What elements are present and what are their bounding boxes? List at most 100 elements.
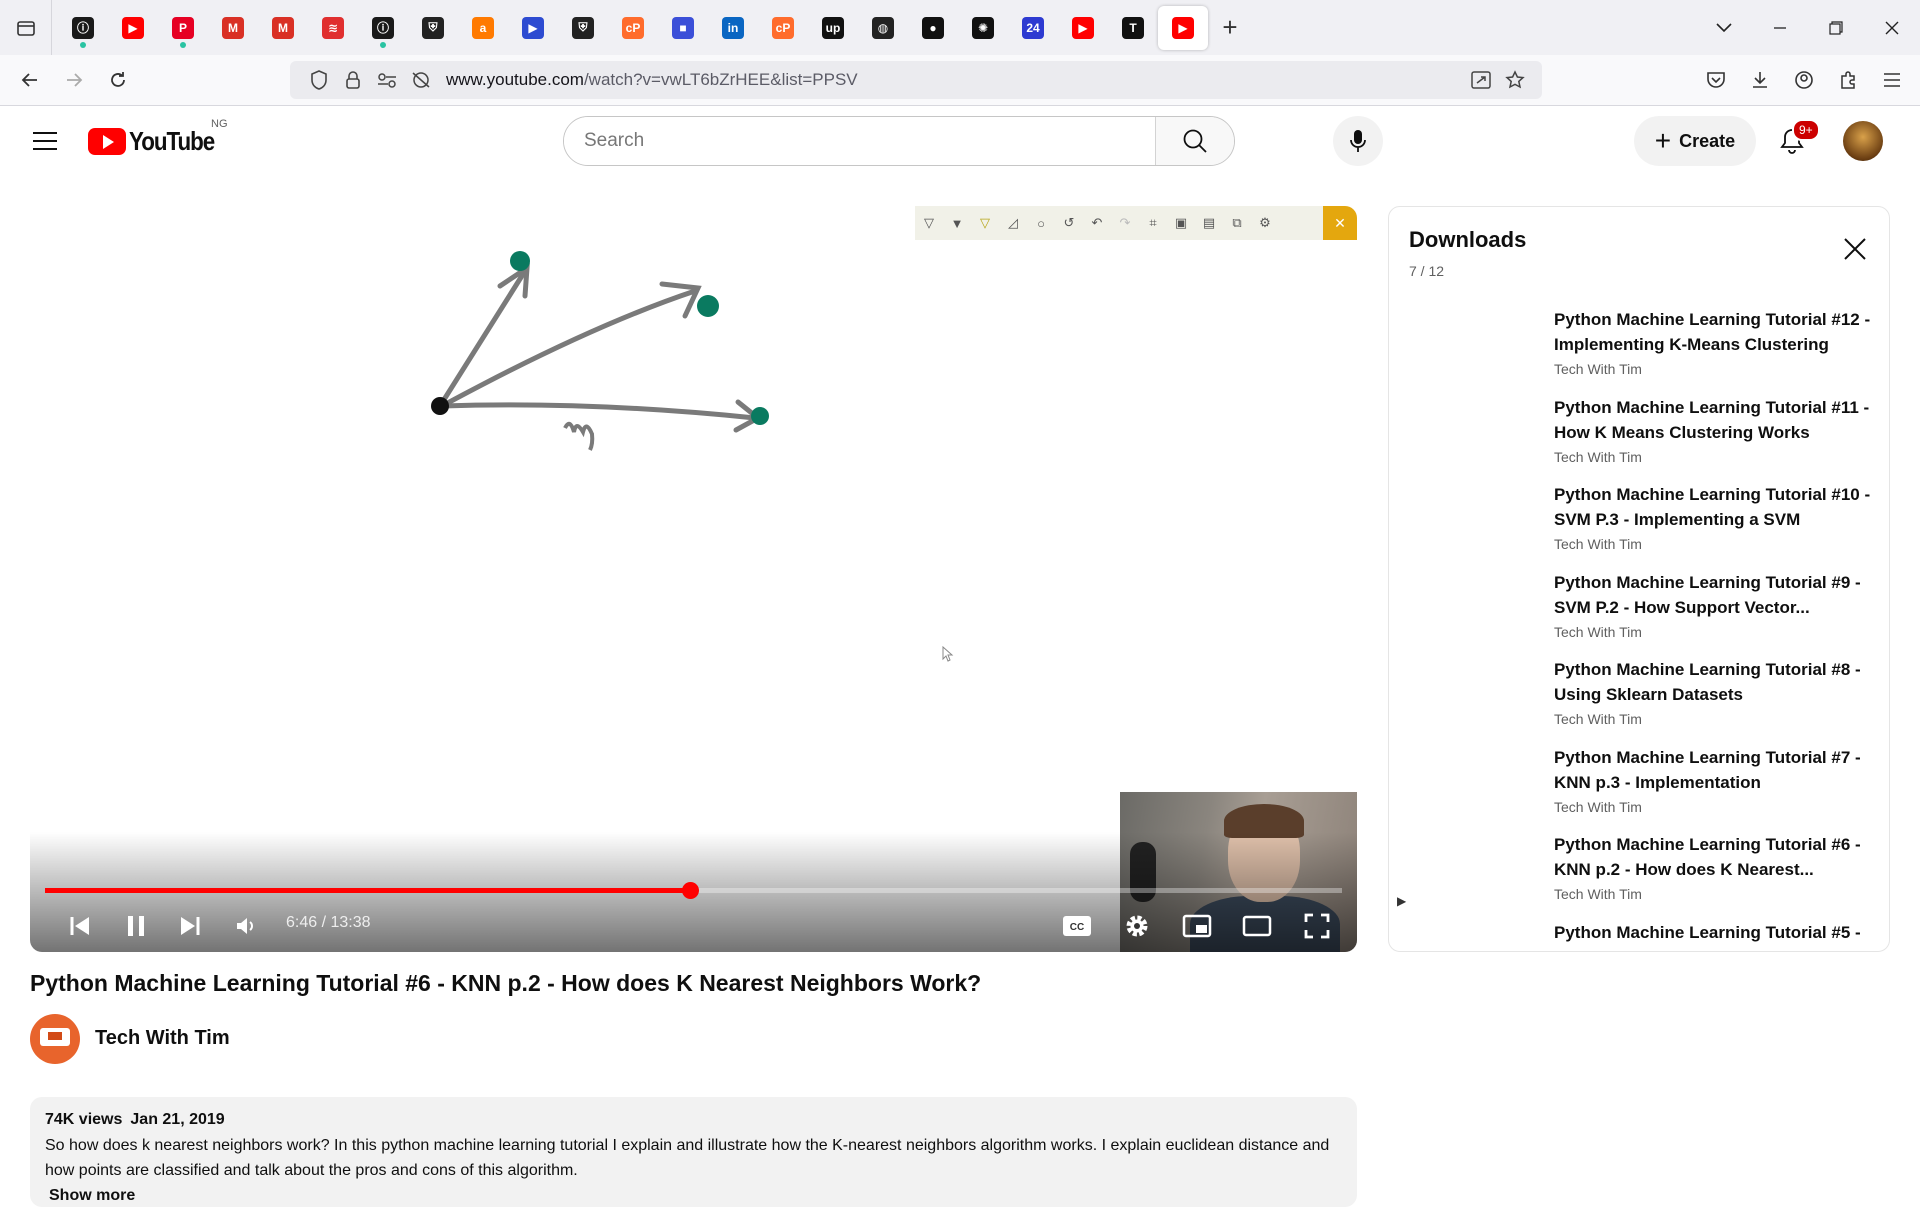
browser-tab[interactable]: ⓘ xyxy=(358,6,408,50)
address-bar[interactable]: www.youtube.com/watch?v=vwLT6bZrHEE&list… xyxy=(290,61,1542,99)
playlist-item[interactable]: Python Machine Learning Tutorial #11 - H… xyxy=(1389,395,1889,483)
playlist-item-thumbnail[interactable] xyxy=(1419,311,1529,373)
subtitles-button[interactable]: CC xyxy=(1055,906,1099,946)
playlist-item-thumbnail[interactable] xyxy=(1419,398,1529,461)
youtube-logo[interactable]: YouTube NG xyxy=(88,118,228,157)
downloads-button[interactable] xyxy=(1738,61,1782,99)
browser-tab[interactable]: cP xyxy=(758,6,808,50)
lock-icon[interactable] xyxy=(336,63,370,97)
fullscreen-button[interactable] xyxy=(1295,906,1339,946)
minimize-button[interactable] xyxy=(1752,0,1808,55)
playlist-item-thumbnail[interactable] xyxy=(1419,836,1529,898)
theater-mode-button[interactable] xyxy=(1235,906,1279,946)
browser-tab[interactable]: cP xyxy=(608,6,658,50)
browser-tab[interactable]: M xyxy=(208,6,258,50)
permissions-icon[interactable] xyxy=(370,63,404,97)
tracking-protection-icon[interactable] xyxy=(302,63,336,97)
playlist-item-title[interactable]: Python Machine Learning Tutorial #7 - KN… xyxy=(1554,745,1874,795)
reader-view-button[interactable] xyxy=(1464,63,1498,97)
mute-button[interactable] xyxy=(226,906,266,946)
close-window-button[interactable] xyxy=(1864,0,1920,55)
previous-button[interactable] xyxy=(60,906,100,946)
neighbor-point xyxy=(510,251,530,271)
playlist-item-thumbnail[interactable] xyxy=(1419,486,1529,548)
playlist-item[interactable]: ▶ Python Machine Learning Tutorial #6 - K… xyxy=(1389,832,1889,920)
browser-tab[interactable]: ▶ xyxy=(1058,6,1108,50)
playlist-item[interactable]: Python Machine Learning Tutorial #7 - KN… xyxy=(1389,745,1889,833)
playlist-item[interactable]: Python Machine Learning Tutorial #8 - Us… xyxy=(1389,657,1889,745)
browser-tab[interactable]: ● xyxy=(908,6,958,50)
playlist-item-channel: Tech With Tim xyxy=(1554,711,1642,727)
playlist-item-thumbnail[interactable] xyxy=(1419,661,1529,723)
video-player[interactable]: ▽ ▼ ▽ ◿ ○ ↺ ↶ ↷ ⌗ ▣ ▤ ⧉ ⚙ ✕ 6:46 / 13:38… xyxy=(30,206,1357,952)
playlist-item-thumbnail[interactable] xyxy=(1419,923,1529,951)
playlist-item-title[interactable]: Python Machine Learning Tutorial #11 - H… xyxy=(1554,395,1874,445)
notifications-button[interactable]: 9+ xyxy=(1770,119,1820,163)
svg-text:CC: CC xyxy=(1070,922,1084,933)
description-box[interactable]: 74K views Jan 21, 2019 So how does k near… xyxy=(30,1097,1357,1207)
restore-button[interactable] xyxy=(1808,0,1864,55)
back-button[interactable] xyxy=(8,60,52,100)
reload-button[interactable] xyxy=(96,60,140,100)
browser-tab[interactable]: T xyxy=(1108,6,1158,50)
playlist-item-title[interactable]: Python Machine Learning Tutorial #8 - Us… xyxy=(1554,657,1874,707)
browser-tab[interactable]: ⛨ xyxy=(558,6,608,50)
playlist-item-title[interactable]: Python Machine Learning Tutorial #10 - S… xyxy=(1554,482,1874,532)
browser-tab[interactable]: ▶ xyxy=(508,6,558,50)
browser-tab[interactable]: in xyxy=(708,6,758,50)
url-text[interactable]: www.youtube.com/watch?v=vwLT6bZrHEE&list… xyxy=(446,70,858,90)
close-playlist-button[interactable] xyxy=(1841,235,1869,263)
browser-tab[interactable]: ▶ xyxy=(1158,5,1208,50)
playlist-item-thumbnail[interactable] xyxy=(1419,748,1529,811)
playlist-item[interactable]: Python Machine Learning Tutorial #10 - S… xyxy=(1389,482,1889,570)
search-button[interactable] xyxy=(1155,117,1234,165)
playlist-item-title[interactable]: Python Machine Learning Tutorial #9 - SV… xyxy=(1554,570,1874,620)
playlist-item-thumbnail[interactable] xyxy=(1419,573,1529,636)
guide-menu-button[interactable] xyxy=(26,124,64,158)
playlist-item[interactable]: Python Machine Learning Tutorial #9 - SV… xyxy=(1389,570,1889,658)
browser-tab[interactable]: M xyxy=(258,6,308,50)
browser-tab[interactable]: P xyxy=(158,6,208,50)
search-input[interactable] xyxy=(564,117,1155,165)
browser-tab[interactable]: ■ xyxy=(658,6,708,50)
pause-button[interactable] xyxy=(116,906,156,946)
browser-tab[interactable]: ▶ xyxy=(108,6,158,50)
bookmark-star-button[interactable] xyxy=(1498,63,1532,97)
list-all-tabs-button[interactable] xyxy=(1696,0,1752,55)
playlist-item-channel: Tech With Tim xyxy=(1554,361,1642,377)
playlist-item-title[interactable]: Python Machine Learning Tutorial #5 - KN… xyxy=(1554,920,1874,952)
playlist-item-title[interactable]: Python Machine Learning Tutorial #12 - I… xyxy=(1554,307,1874,357)
new-tab-button[interactable]: + xyxy=(1208,6,1252,50)
browser-tab[interactable]: ⓘ xyxy=(58,6,108,50)
browser-tab[interactable]: ◍ xyxy=(858,6,908,50)
browser-tab[interactable]: ⛨ xyxy=(408,6,458,50)
progress-bar[interactable] xyxy=(45,882,1342,899)
playlist-item[interactable]: Python Machine Learning Tutorial #12 - I… xyxy=(1389,307,1889,395)
playlist-item-title[interactable]: Python Machine Learning Tutorial #6 - KN… xyxy=(1554,832,1874,882)
playlist-title[interactable]: Downloads xyxy=(1409,227,1526,253)
voice-search-button[interactable] xyxy=(1333,116,1383,166)
browser-tab[interactable]: ≋ xyxy=(308,6,358,50)
channel-name[interactable]: Tech With Tim xyxy=(95,1027,230,1050)
miniplayer-button[interactable] xyxy=(1175,906,1219,946)
pocket-button[interactable] xyxy=(1694,61,1738,99)
create-button[interactable]: + Create xyxy=(1634,116,1756,166)
url-actions xyxy=(1464,63,1532,97)
channel-avatar[interactable] xyxy=(30,1014,80,1064)
forward-button[interactable] xyxy=(52,60,96,100)
browser-tab[interactable]: up xyxy=(808,6,858,50)
extensions-button[interactable] xyxy=(1826,61,1870,99)
scrubber-handle[interactable] xyxy=(681,882,699,899)
camera-off-icon[interactable] xyxy=(404,63,438,97)
tab-list-button[interactable] xyxy=(0,0,52,55)
show-more-button[interactable]: Show more xyxy=(49,1187,1342,1205)
browser-tab[interactable]: a xyxy=(458,6,508,50)
playlist-item[interactable]: Python Machine Learning Tutorial #5 - KN… xyxy=(1389,920,1889,952)
next-button[interactable] xyxy=(170,906,210,946)
app-menu-button[interactable] xyxy=(1870,61,1914,99)
account-avatar[interactable] xyxy=(1843,121,1883,161)
browser-tab[interactable]: ✺ xyxy=(958,6,1008,50)
browser-tab[interactable]: 24 xyxy=(1008,6,1058,50)
settings-button[interactable] xyxy=(1115,906,1159,946)
account-button[interactable] xyxy=(1782,61,1826,99)
